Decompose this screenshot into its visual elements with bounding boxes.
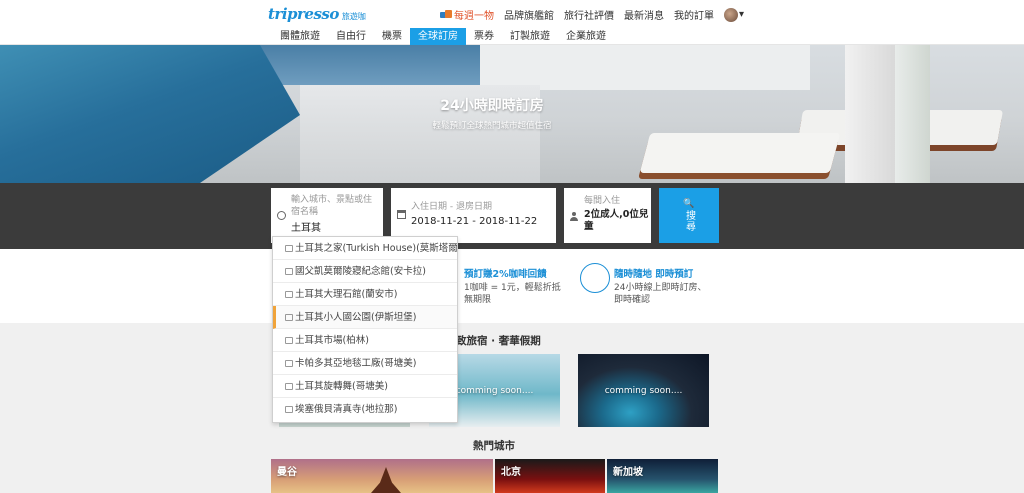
gift-icon [440, 10, 452, 19]
hero-subtitle: 輕鬆預訂全球熱門城市超值住宿 [432, 121, 552, 131]
date-range-field[interactable]: 入住日期 - 退房日期 2018-11-21 - 2018-11-22 [391, 188, 556, 243]
suggestion-item[interactable]: 國父凱莫爾陵寢紀念館(安卡拉) [273, 260, 457, 283]
suggestion-label: 埃塞俄貝清真寺(地拉那) [295, 404, 398, 415]
landmark-icon [285, 291, 293, 298]
feature-desc-line: 無期限 [464, 295, 492, 305]
hero-lounge-chair [639, 133, 841, 173]
city-card-singapore[interactable]: 新加坡 [607, 459, 718, 493]
promo-card[interactable]: comming soon.... [578, 354, 709, 427]
city-name: 北京 [501, 467, 521, 478]
suggestion-label: 土耳其大理石館(蘭安市) [295, 289, 398, 300]
top-header: tripresso 旅遊咖 每週一物 品牌旗艦館 旅行社評價 最新消息 我的訂單… [0, 0, 1024, 28]
landmark-icon [285, 383, 293, 390]
suggestion-label: 卡帕多其亞地毯工廠(哥塘美) [295, 358, 417, 369]
site-logo[interactable]: tripresso 旅遊咖 [268, 5, 366, 23]
suggestion-item[interactable]: 土耳其市場(柏林) [273, 329, 457, 352]
chevron-down-icon: ▾ [739, 9, 745, 20]
suggestion-item[interactable]: 卡帕多其亞地毯工廠(哥塘美) [273, 352, 457, 375]
tab-free-travel[interactable]: 自由行 [328, 28, 374, 45]
city-placeholder: 輸入城市、景點或住 宿名稱 [291, 194, 372, 218]
guest-placeholder: 每間入住 [584, 196, 621, 206]
feature-desc: 24小時線上即時訂房、 即時確認 [614, 282, 706, 306]
guest-count-field[interactable]: 每間入住 2位成人,0位兒 童 [564, 188, 651, 243]
globe-icon [277, 211, 286, 220]
nav-my-orders[interactable]: 我的訂單 [674, 7, 714, 22]
tab-corporate-travel[interactable]: 企業旅遊 [558, 28, 614, 45]
landmark-icon [285, 360, 293, 367]
city-suggestions-dropdown: 土耳其之家(Turkish House)(莫斯塔爾) 國父凱莫爾陵寢紀念館(安卡… [272, 236, 458, 423]
search-button-label: 搜尋 [683, 210, 695, 232]
suggestion-item[interactable]: 土耳其旋轉舞(哥塘美) [273, 375, 457, 398]
nav-weekly-label: 每週一物 [454, 11, 494, 22]
city-card-bangkok[interactable]: 曼谷 [271, 459, 493, 493]
nav-weekly-item[interactable]: 每週一物 [440, 7, 494, 22]
suggestion-label: 國父凱莫爾陵寢紀念館(安卡拉) [295, 266, 426, 277]
city-search-input[interactable]: 土耳其 [291, 223, 321, 235]
feature-desc-line: 24小時線上即時訂房、 [614, 283, 707, 293]
nav-agency-reviews[interactable]: 旅行社評價 [564, 7, 614, 22]
suggestion-label: 土耳其市場(柏林) [295, 335, 369, 346]
city-name: 新加坡 [613, 467, 643, 478]
avatar [724, 7, 738, 22]
landmark-icon [285, 314, 293, 321]
landmark-icon [285, 268, 293, 275]
suggestion-item[interactable]: 埃塞俄貝清真寺(地拉那) [273, 398, 457, 421]
user-menu[interactable]: ▾ [724, 7, 745, 22]
guest-count-value: 2位成人,0位兒 童 [584, 209, 648, 233]
logo-main-text: tripresso [268, 5, 339, 23]
suggestion-item[interactable]: 土耳其之家(Turkish House)(莫斯塔爾) [273, 237, 457, 260]
temple-silhouette [371, 467, 401, 493]
calendar-icon [397, 210, 406, 219]
tab-flights[interactable]: 機票 [374, 28, 410, 45]
landmark-icon [285, 245, 293, 252]
tab-hotels[interactable]: 全球訂房 [410, 28, 466, 45]
feature-desc: 1咖啡 = 1元，輕鬆折抵 無期限 [464, 282, 561, 306]
person-icon [570, 212, 578, 221]
suggestion-label: 土耳其旋轉舞(哥塘美) [295, 381, 388, 392]
nav-brand-store[interactable]: 品牌旗艦館 [504, 7, 554, 22]
city-placeholder-line: 宿名稱 [291, 207, 319, 217]
date-range-value: 2018-11-21 - 2018-11-22 [411, 216, 538, 227]
hero-wall [480, 45, 810, 90]
guest-value-line: 童 [584, 221, 594, 232]
city-placeholder-line: 輸入城市、景點或住 [291, 195, 373, 205]
promo-section-title: 致旅宿 · 奢華假期 [456, 335, 541, 347]
promo-card-label: comming soon.... [604, 386, 683, 396]
date-placeholder: 入住日期 - 退房日期 [411, 202, 492, 212]
search-icon: 🔍 [683, 199, 695, 209]
feature-title: 隨時隨地 即時預訂 [614, 269, 694, 280]
category-nav: 團體旅遊 自由行 機票 全球訂房 票券 訂製旅遊 企業旅遊 [0, 28, 1024, 45]
logo-sub-text: 旅遊咖 [341, 12, 366, 21]
feature-coffee-reward: 預訂賺2%咖啡回饋 1咖啡 = 1元，輕鬆折抵 無期限 [464, 266, 561, 306]
landmark-icon [285, 337, 293, 344]
city-search-field[interactable]: 輸入城市、景點或住 宿名稱 土耳其 [271, 188, 383, 243]
popular-cities-title: 熱門城市 [473, 440, 515, 452]
instant-booking-icon [580, 263, 610, 293]
nav-latest-news[interactable]: 最新消息 [624, 7, 664, 22]
city-name: 曼谷 [277, 467, 297, 478]
suggestion-item[interactable]: 土耳其大理石館(蘭安市) [273, 283, 457, 306]
tab-group-tours[interactable]: 團體旅遊 [272, 28, 328, 45]
tab-custom-travel[interactable]: 訂製旅遊 [502, 28, 558, 45]
landmark-icon [285, 406, 293, 413]
tab-tickets[interactable]: 票券 [466, 28, 502, 45]
hero-banner: 24小時即時訂房 輕鬆預訂全球熱門城市超值住宿 [0, 45, 1024, 183]
feature-desc-line: 1咖啡 = 1元，輕鬆折抵 [464, 283, 561, 293]
search-button[interactable]: 🔍 搜尋 [659, 188, 719, 243]
suggestion-label: 土耳其之家(Turkish House)(莫斯塔爾) [295, 243, 457, 254]
feature-instant-booking: 隨時隨地 即時預訂 24小時線上即時訂房、 即時確認 [614, 266, 706, 306]
feature-desc-line: 即時確認 [614, 295, 651, 305]
city-card-beijing[interactable]: 北京 [495, 459, 605, 493]
guest-value-line: 2位成人,0位兒 [584, 209, 649, 220]
feature-title: 預訂賺2%咖啡回饋 [464, 269, 547, 280]
suggestion-item[interactable]: 土耳其小人國公園(伊斯坦堡) [273, 306, 457, 329]
suggestion-label: 土耳其小人國公園(伊斯坦堡) [295, 312, 417, 323]
top-nav: 每週一物 品牌旗艦館 旅行社評價 最新消息 我的訂單 ▾ [440, 7, 744, 22]
hero-title: 24小時即時訂房 [440, 98, 544, 114]
